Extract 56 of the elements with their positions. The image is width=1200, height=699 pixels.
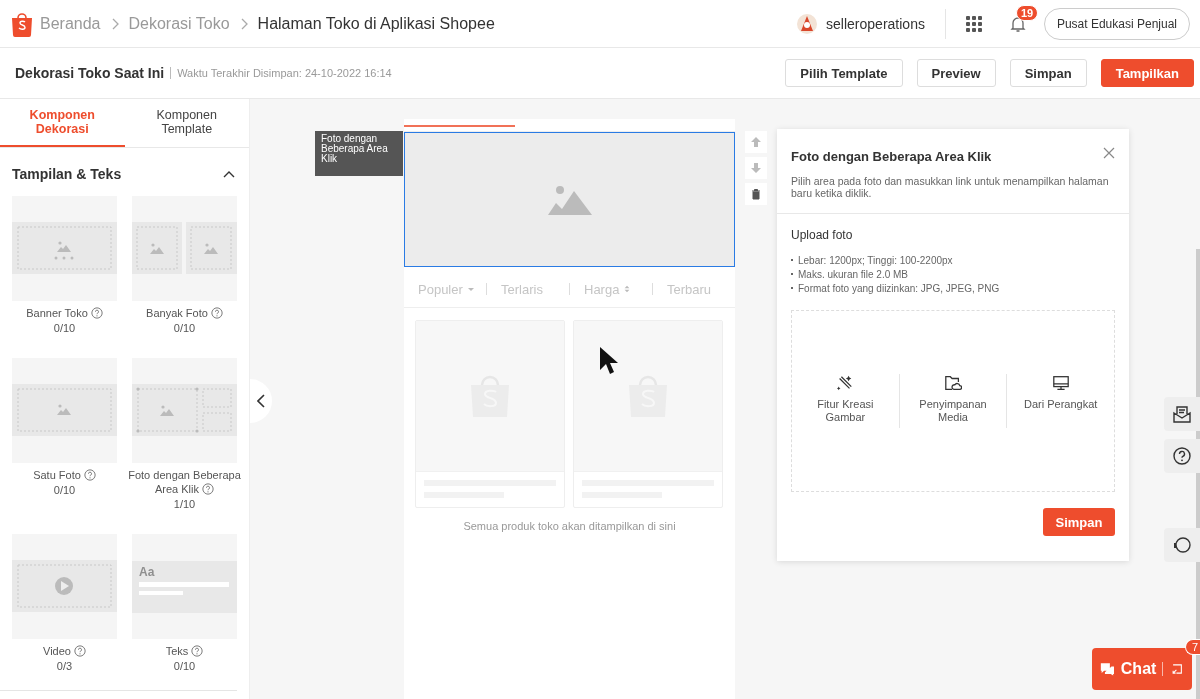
requirement-text: Format foto yang diizinkan: JPG, JPEG, PNG [798,282,1000,296]
chevron-right-icon [239,17,248,30]
chat-badge: 7 [1184,639,1200,655]
last-saved-text: Waktu Terakhir Disimpan: 24-10-2022 16:14 [177,67,393,79]
dropdown-caret-icon [466,285,475,293]
component-count: 1/10 [173,497,196,512]
shop-bag-logo[interactable] [10,10,34,37]
upload-source-option[interactable]: Penyimpanan Media [915,398,991,424]
component-count: 0/10 [53,483,76,498]
panel-title: Foto dengan Beberapa Area Klik [791,149,992,164]
section-title: Tampilan & Teks [12,166,122,182]
expand-icon [1169,661,1184,677]
avatar-icon[interactable] [796,12,819,35]
selected-banner[interactable] [404,132,735,267]
breadcrumb-link[interactable]: Halaman Toko di Aplikasi Shopee [257,14,495,33]
component-count: 0/3 [56,659,73,674]
help-icon[interactable] [1164,439,1200,473]
mail-icon[interactable] [1164,397,1200,431]
headset-icon[interactable] [1164,528,1200,562]
trash-icon[interactable] [745,183,767,205]
monitor-icon [1051,374,1070,392]
sidebar-tab[interactable]: Komponen Template [124,99,249,147]
sort-arrows-icon [623,285,632,293]
help-center-button[interactable]: Pusat Edukasi Penjual [1043,7,1190,40]
sample-text: Aa [139,564,155,579]
panel-description: Pilih area pada foto dan masukkan link untuk menampilkan halaman baru ketika diklik. [791,175,1110,199]
sidebar-tab[interactable]: Komponen Dekorasi [0,99,125,147]
upload-source-option[interactable]: Dari Perangkat [1024,398,1098,411]
requirement-text: Lebar: 1200px; Tinggi: 100-2200px [798,254,953,268]
toolbar-button[interactable]: Simpan [1009,59,1087,87]
notification-badge: 19 [1015,4,1039,21]
folder-cloud-icon [944,374,962,392]
component-tooltip: Foto dengan Beberapa Area Klik [315,131,403,176]
toolbar-button[interactable]: Preview [916,59,996,87]
apps-grid-icon[interactable] [965,15,982,32]
toolbar-button[interactable]: Tampilkan [1100,59,1194,87]
save-button[interactable]: Simpan [1043,508,1115,536]
move-up-icon[interactable] [745,131,767,153]
page-title: Dekorasi Toko Saat Ini [15,65,165,81]
component-name: Foto dengan Beberapa Area Klik [127,468,242,496]
component-count: 0/10 [173,659,196,674]
toolbar-button[interactable]: Pilih Template [785,59,903,87]
collapse-handle[interactable] [250,379,272,423]
chevron-right-icon [110,17,119,30]
component-name: Satu Foto [2,468,127,482]
requirement-text: Maks. ukuran file 2.0 MB [798,268,909,282]
component-count: 0/10 [173,321,196,336]
component-count: 0/10 [53,321,76,336]
upload-source-option[interactable]: Fitur Kreasi Gambar [808,398,883,424]
chat-button[interactable]: Chat [1092,648,1192,690]
chat-bubbles-icon [1100,661,1115,677]
username[interactable]: selleroperations [826,15,925,32]
chevron-icon[interactable] [223,170,235,178]
empty-products-caption: Semua produk toko akan ditampilkan di sini [462,520,677,532]
upload-title: Upload foto [791,228,854,242]
close-icon[interactable] [1103,147,1115,159]
